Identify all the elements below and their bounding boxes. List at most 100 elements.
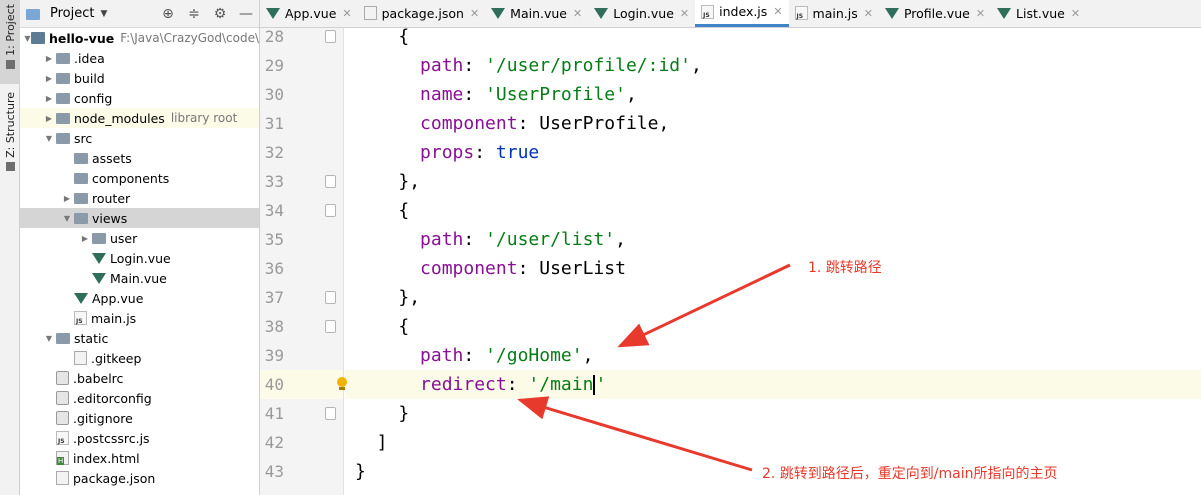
gear-icon[interactable]: ⚙: [211, 5, 229, 23]
code-line[interactable]: {: [345, 312, 1201, 341]
tree-item[interactable]: ▶JS.postcssrc.js: [20, 428, 259, 448]
code-editor[interactable]: { path: '/user/profile/:id', name: 'UserPr…: [337, 26, 1201, 495]
chevron-right-icon[interactable]: ▶: [42, 54, 56, 63]
project-panel-title[interactable]: Project: [50, 6, 94, 21]
line-number: 32: [264, 143, 284, 162]
code-line[interactable]: {: [345, 196, 1201, 225]
tree-item[interactable]: ▶.editorconfig: [20, 388, 259, 408]
code-line[interactable]: path: '/user/list',: [345, 225, 1201, 254]
tree-item-label: src: [74, 130, 93, 146]
structure-tool-tab[interactable]: Z: Structure: [0, 92, 20, 176]
hide-icon[interactable]: —: [237, 5, 255, 23]
tree-item[interactable]: ▶ router: [20, 188, 259, 208]
chevron-right-icon[interactable]: ▶: [78, 234, 92, 243]
code-line[interactable]: ]: [345, 428, 1201, 457]
chevron-down-icon[interactable]: ▼: [60, 214, 74, 223]
close-icon[interactable]: ✕: [680, 7, 689, 20]
tree-item[interactable]: ▶package.json: [20, 468, 259, 488]
code-line[interactable]: component: UserList: [345, 254, 1201, 283]
tree-item-label: build: [74, 70, 105, 86]
code-token: '/main: [528, 374, 594, 395]
tree-item[interactable]: ▶.babelrc: [20, 368, 259, 388]
code-token: true: [495, 142, 540, 163]
close-icon[interactable]: ✕: [470, 7, 479, 20]
code-line[interactable]: props: true: [345, 138, 1201, 167]
config-file-icon: [56, 391, 69, 405]
tree-item-label: package.json: [73, 470, 156, 486]
fold-marker-icon[interactable]: [325, 204, 336, 217]
tree-item-label: index.html: [73, 450, 140, 466]
tree-item[interactable]: ▶assets: [20, 148, 259, 168]
code-line[interactable]: {: [345, 22, 1201, 51]
code-line[interactable]: path: '/user/profile/:id',: [345, 51, 1201, 80]
tree-item-label: .gitkeep: [91, 350, 142, 366]
code-line[interactable]: },: [345, 283, 1201, 312]
close-icon[interactable]: ✕: [342, 7, 351, 20]
tree-item[interactable]: ▼ views: [20, 208, 259, 228]
fold-marker-icon[interactable]: [325, 407, 336, 420]
fold-marker-icon[interactable]: [325, 175, 336, 188]
chevron-down-icon[interactable]: ▼: [100, 9, 107, 19]
close-icon[interactable]: ✕: [1071, 7, 1080, 20]
tree-item-label: router: [92, 190, 131, 206]
tree-item[interactable]: ▼ src: [20, 128, 259, 148]
locate-icon[interactable]: ⊕: [159, 5, 177, 23]
code-line[interactable]: },: [345, 167, 1201, 196]
close-icon[interactable]: ✕: [773, 5, 782, 18]
tree-item[interactable]: ▼ static: [20, 328, 259, 348]
folder-icon: [74, 153, 88, 164]
gutter-line: 39: [260, 341, 343, 370]
vue-icon: [74, 292, 88, 304]
collapse-all-icon[interactable]: ≑: [185, 5, 203, 23]
chevron-down-icon[interactable]: ▼: [24, 34, 31, 43]
lightbulb-icon[interactable]: [336, 377, 348, 391]
tree-item[interactable]: ▼ hello-vue F:\Java\CrazyGod\code\: [20, 28, 259, 48]
fold-marker-icon[interactable]: [325, 320, 336, 333]
code-line[interactable]: component: UserProfile,: [345, 109, 1201, 138]
chevron-down-icon[interactable]: ▼: [42, 134, 56, 143]
tree-item[interactable]: ▶ node_modules library root: [20, 108, 259, 128]
chevron-right-icon[interactable]: ▶: [42, 74, 56, 83]
tree-item[interactable]: ▶ build: [20, 68, 259, 88]
close-icon[interactable]: ✕: [976, 7, 985, 20]
tree-item-label: static: [74, 330, 109, 346]
tree-item[interactable]: ▶index.html: [20, 448, 259, 468]
gutter-line: 41: [260, 399, 343, 428]
folder-icon: [56, 133, 70, 144]
tree-item[interactable]: ▶.gitkeep: [20, 348, 259, 368]
vue-icon: [266, 7, 280, 19]
tree-item[interactable]: ▶components: [20, 168, 259, 188]
vue-icon: [594, 7, 609, 19]
code-line[interactable]: redirect: '/main ': [337, 370, 1201, 399]
tree-item[interactable]: ▶Login.vue: [20, 248, 259, 268]
code-token: ,: [625, 84, 637, 105]
tree-item[interactable]: ▶App.vue: [20, 288, 259, 308]
tree-item[interactable]: ▶ .idea: [20, 48, 259, 68]
folder-icon: [92, 233, 106, 244]
line-number: 31: [264, 114, 284, 133]
chevron-right-icon[interactable]: ▶: [42, 114, 56, 123]
project-tool-icon: [5, 59, 15, 69]
tree-item[interactable]: ▶.gitignore: [20, 408, 259, 428]
code-text: props: true: [420, 138, 539, 167]
chevron-right-icon[interactable]: ▶: [42, 94, 56, 103]
tree-item[interactable]: ▶ user: [20, 228, 259, 248]
code-line[interactable]: name: 'UserProfile',: [345, 80, 1201, 109]
gutter-line: 37: [260, 283, 343, 312]
code-line[interactable]: }: [345, 457, 1201, 486]
tree-item[interactable]: ▶JSmain.js: [20, 308, 259, 328]
chevron-right-icon[interactable]: ▶: [60, 194, 74, 203]
chevron-down-icon[interactable]: ▼: [42, 334, 56, 343]
code-token: props: [420, 142, 475, 163]
code-line[interactable]: path: '/goHome',: [345, 341, 1201, 370]
gutter-line: 43: [260, 457, 343, 486]
close-icon[interactable]: ✕: [573, 7, 582, 20]
fold-marker-icon[interactable]: [325, 30, 336, 43]
code-token: ,: [615, 229, 626, 250]
tree-item[interactable]: ▶Main.vue: [20, 268, 259, 288]
fold-marker-icon[interactable]: [325, 291, 336, 304]
tree-item[interactable]: ▶ config: [20, 88, 259, 108]
close-icon[interactable]: ✕: [864, 7, 873, 20]
project-tool-tab[interactable]: 1: Project: [0, 0, 20, 84]
code-line[interactable]: }: [345, 399, 1201, 428]
